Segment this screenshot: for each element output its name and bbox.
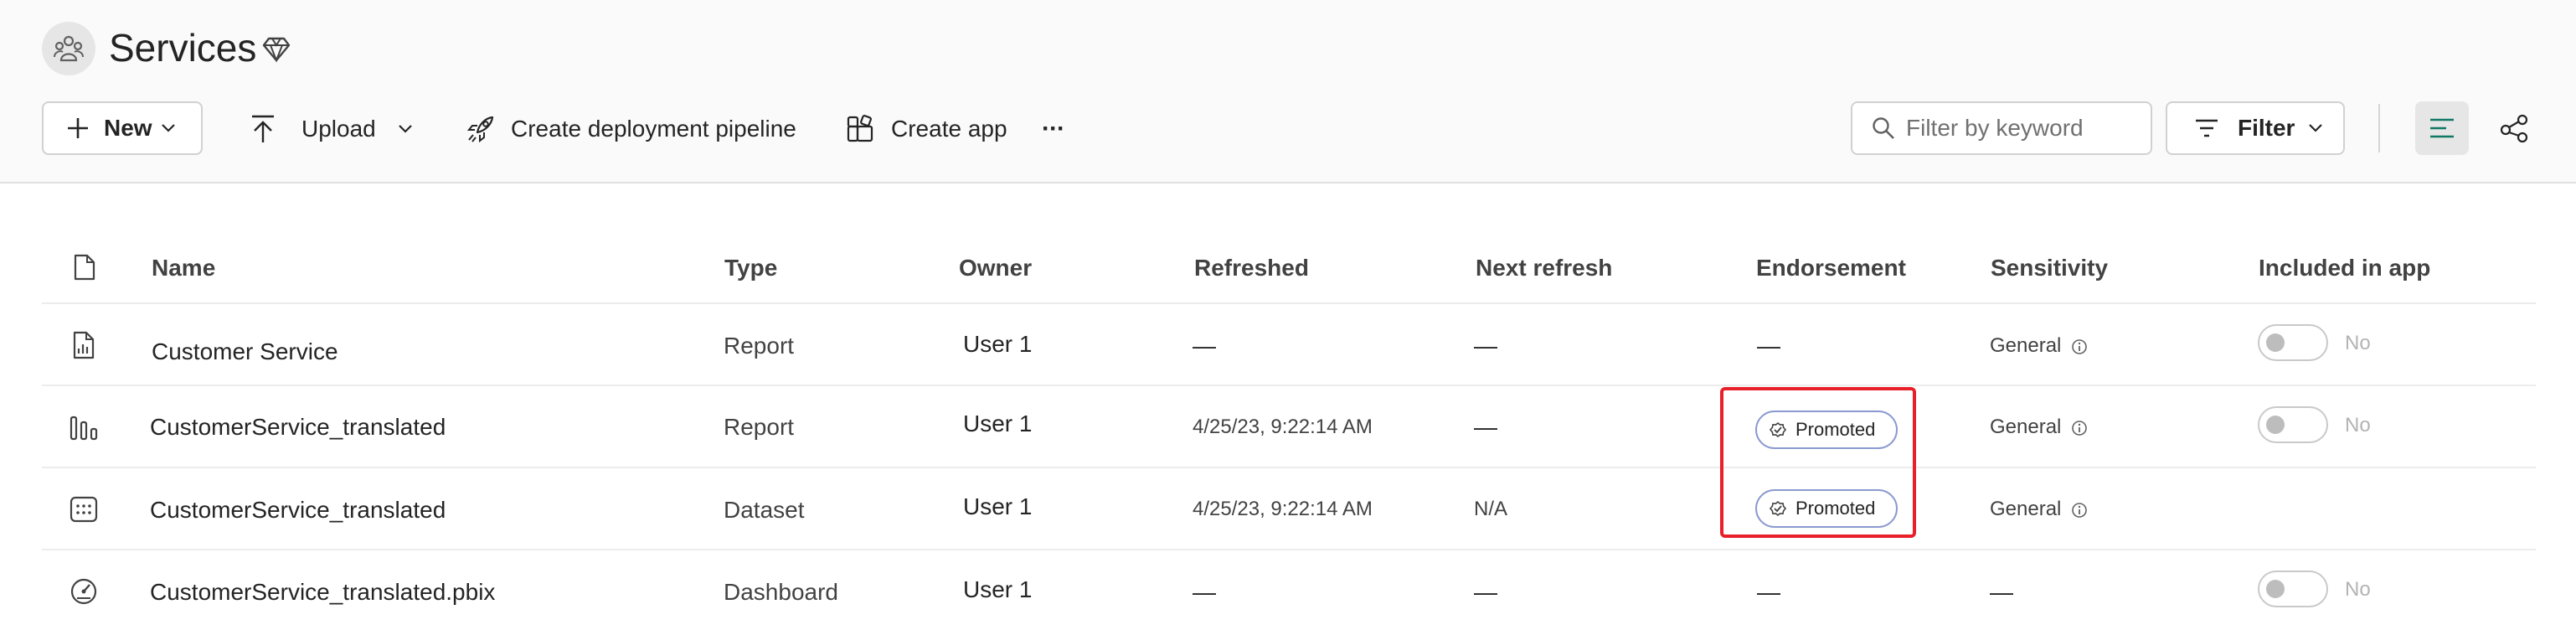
column-header-next-refresh[interactable]: Next refresh	[1476, 253, 1612, 283]
sensitivity-label: General	[1990, 498, 2062, 520]
row-owner: User 1	[963, 493, 1033, 519]
upload-button[interactable]: Upload	[250, 109, 413, 149]
toggle-state-label: No	[2345, 578, 2371, 601]
column-header-sensitivity[interactable]: Sensitivity	[1991, 253, 2108, 283]
row-type: Report	[724, 333, 795, 359]
row-sensitivity: General	[1990, 494, 2088, 524]
chevron-down-icon	[2309, 124, 2323, 132]
column-header-included-in-app[interactable]: Included in app	[2259, 253, 2430, 283]
info-icon[interactable]	[2071, 420, 2088, 436]
list-view-icon	[2430, 118, 2454, 138]
row-refreshed: —	[1193, 333, 1216, 359]
sensitivity-label: General	[1990, 416, 2062, 438]
included-in-app-toggle[interactable]	[2258, 324, 2328, 361]
row-sensitivity: —	[1990, 579, 2013, 605]
workspace-header: Services New Upload Create deployment pi…	[0, 0, 2576, 183]
create-deployment-pipeline-label: Create deployment pipeline	[511, 116, 796, 142]
row-sensitivity: General	[1990, 412, 2088, 442]
dashboard-gauge-icon	[70, 578, 97, 605]
toggle-state-label: No	[2345, 414, 2371, 436]
workspace-avatar-icon	[42, 22, 95, 75]
included-in-app-toggle[interactable]	[2258, 571, 2328, 607]
row-endorsement: —	[1757, 579, 1780, 605]
more-options-icon: ···	[1042, 115, 1065, 142]
create-app-button[interactable]: Create app	[846, 109, 1007, 149]
row-next-refresh: N/A	[1474, 498, 1508, 520]
dataset-icon	[70, 496, 98, 523]
row-sensitivity: General	[1990, 331, 2088, 361]
row-type: Report	[724, 414, 795, 440]
row-owner: User 1	[963, 411, 1033, 436]
row-divider	[42, 467, 2536, 468]
toggle-state-label: No	[2345, 332, 2371, 354]
endorsement-label: Promoted	[1795, 498, 1876, 519]
filter-by-keyword-search[interactable]	[1851, 101, 2152, 155]
promoted-check-icon	[1769, 421, 1787, 438]
row-name[interactable]: CustomerService_translated	[150, 495, 446, 525]
row-name[interactable]: CustomerService_translated	[150, 412, 446, 442]
info-icon[interactable]	[2071, 502, 2088, 519]
column-header-refreshed[interactable]: Refreshed	[1194, 253, 1309, 283]
lineage-view-icon	[2500, 114, 2528, 143]
report-icon	[73, 331, 95, 359]
upload-label: Upload	[301, 116, 376, 142]
info-icon[interactable]	[2071, 338, 2088, 355]
column-header-endorsement[interactable]: Endorsement	[1756, 253, 1906, 283]
row-next-refresh: —	[1474, 414, 1497, 440]
row-endorsement: —	[1757, 333, 1780, 359]
row-name[interactable]: CustomerService_translated.pbix	[150, 577, 495, 607]
row-refreshed: 4/25/23, 9:22:14 AM	[1193, 498, 1373, 520]
chevron-down-icon	[398, 125, 412, 133]
rocket-icon	[466, 116, 494, 143]
plus-icon	[68, 118, 88, 138]
lineage-view-button[interactable]	[2487, 101, 2541, 155]
filter-label: Filter	[2238, 115, 2295, 141]
endorsement-label: Promoted	[1795, 419, 1876, 440]
list-view-button[interactable]	[2415, 101, 2469, 155]
page-title: Services	[109, 26, 257, 70]
row-owner: User 1	[963, 331, 1033, 357]
search-input[interactable]	[1904, 114, 2142, 142]
promoted-check-icon	[1769, 500, 1787, 517]
row-divider	[42, 549, 2536, 550]
row-owner: User 1	[963, 576, 1033, 602]
header-divider	[42, 302, 2536, 304]
toolbar-divider	[2378, 104, 2380, 152]
row-next-refresh: —	[1474, 579, 1497, 605]
filter-lines-icon	[2196, 119, 2218, 137]
file-type-column-icon	[74, 254, 95, 281]
row-refreshed: 4/25/23, 9:22:14 AM	[1193, 416, 1373, 438]
create-app-label: Create app	[891, 116, 1007, 142]
app-grid-icon	[847, 115, 873, 142]
row-next-refresh: —	[1474, 333, 1497, 359]
more-options-button[interactable]: ···	[1042, 109, 1065, 149]
endorsement-badge[interactable]: Promoted	[1755, 489, 1898, 528]
search-icon	[1873, 117, 1894, 139]
endorsement-badge[interactable]: Promoted	[1755, 411, 1898, 449]
create-deployment-pipeline-button[interactable]: Create deployment pipeline	[466, 109, 796, 149]
row-refreshed: —	[1193, 579, 1216, 605]
new-button[interactable]: New	[42, 101, 203, 155]
row-type: Dataset	[724, 497, 805, 523]
upload-icon	[252, 115, 274, 142]
premium-diamond-icon	[262, 37, 291, 63]
bar-chart-icon	[70, 416, 98, 441]
chevron-down-icon	[161, 124, 175, 132]
filter-button[interactable]: Filter	[2166, 101, 2345, 155]
row-divider	[42, 385, 2536, 386]
new-button-label: New	[104, 115, 152, 141]
row-name[interactable]: Customer Service	[152, 337, 338, 367]
column-header-type[interactable]: Type	[724, 253, 777, 283]
included-in-app-toggle[interactable]	[2258, 406, 2328, 443]
column-header-owner[interactable]: Owner	[959, 253, 1032, 283]
sensitivity-label: General	[1990, 334, 2062, 357]
column-header-name[interactable]: Name	[152, 253, 215, 283]
row-type: Dashboard	[724, 579, 838, 605]
